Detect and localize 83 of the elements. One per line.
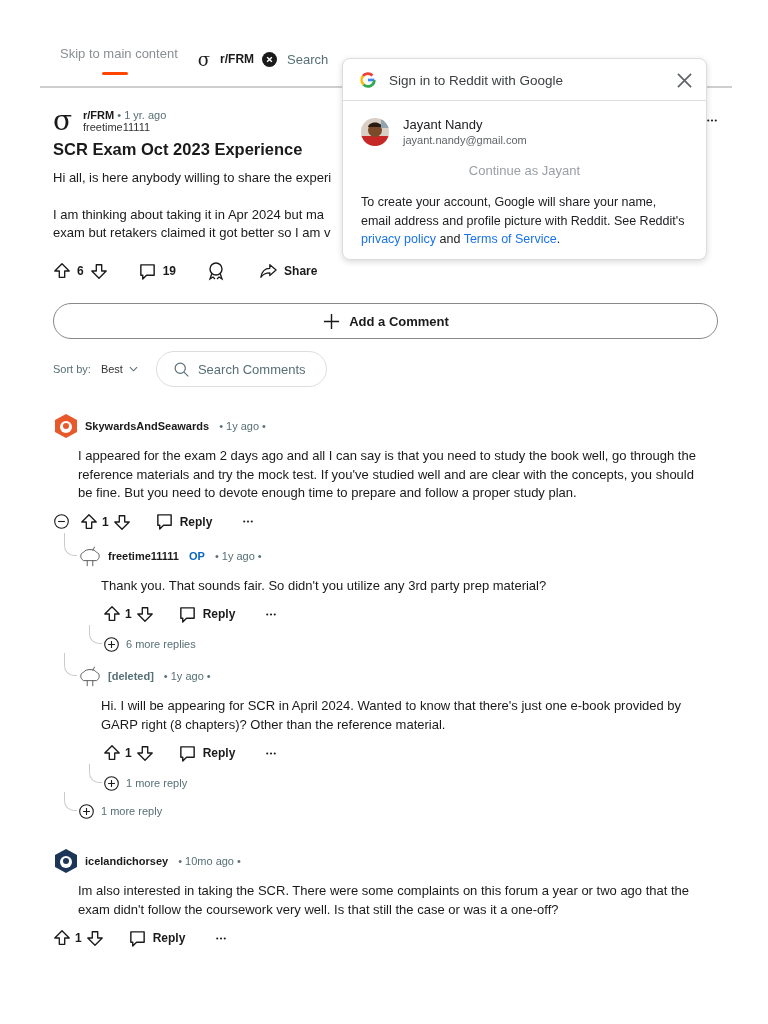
reply-button[interactable]: Reply	[177, 604, 236, 624]
username[interactable]: freetime11111	[108, 549, 179, 562]
more-icon[interactable]	[265, 750, 278, 756]
consent-text: To create your account, Google will share your name, email address and profile picture with Reddit. See Reddit's privacy policy and Terms of Service.	[360, 194, 686, 248]
terms-link[interactable]: Terms of Service	[463, 232, 557, 246]
upvote-icon[interactable]	[80, 512, 98, 531]
add-comment-button[interactable]: Add a Comment	[53, 303, 718, 339]
op-label: OP	[188, 549, 205, 562]
reply-button[interactable]: Reply	[154, 512, 213, 531]
more-icon[interactable]	[265, 611, 278, 617]
expand-icon[interactable]	[78, 802, 95, 820]
account-email: jayant.nandy@gmail.com	[403, 134, 527, 146]
collapse-icon[interactable]	[53, 513, 70, 530]
close-button[interactable]	[677, 72, 692, 88]
thread-line	[64, 532, 77, 556]
comment-icon	[137, 261, 157, 281]
more-icon[interactable]	[706, 118, 718, 123]
clear-icon[interactable]	[262, 51, 278, 67]
username[interactable]: icelandichorsey	[85, 855, 169, 867]
downvote-icon[interactable]	[135, 605, 154, 623]
post-text: Hi all, is here anybody willing to share the experi	[53, 169, 332, 187]
post-author[interactable]: freetime11111	[83, 121, 167, 133]
chevron-down-icon	[128, 366, 138, 372]
comment-text: I appeared for the exam 2 days ago and all I can say is that you need to study the book well, go through the reference materials and try the mock test. If you've studied well and are clear with the concepts, you should be fine. But you need to devote enough time to prepare and follow a proper study plan.	[78, 447, 697, 502]
comment-icon	[177, 743, 197, 763]
comment-icon	[127, 928, 147, 948]
thread-line	[89, 764, 102, 783]
search-field[interactable]: Search	[287, 51, 329, 67]
more-icon[interactable]	[242, 519, 255, 524]
comment-text: Thank you. That sounds fair. So didn't you utilize any 3rd party prep material?	[101, 576, 548, 595]
comment-age: • 1y ago •	[214, 549, 262, 562]
comment-age: • 1y ago •	[219, 420, 266, 432]
expand-icon[interactable]	[103, 635, 120, 653]
downvote-icon[interactable]	[135, 744, 154, 762]
comment-icon	[177, 604, 197, 624]
upvote-icon[interactable]	[103, 744, 121, 762]
username[interactable]: SkywardsAndSeawards	[85, 420, 210, 432]
comment-text: Hi. I will be appearing for SCR in April 2024. Wanted to know that there's just one e-book provided by GARP right (8 chapters)? Other than the reference material.	[101, 697, 683, 734]
vote-count: 1	[102, 514, 109, 529]
subreddit-icon: σ	[53, 108, 75, 134]
comment-age: • 10mo ago •	[178, 855, 241, 867]
upvote-icon[interactable]	[53, 262, 71, 280]
sort-label: Sort by:	[53, 363, 91, 375]
vote-count: 1	[125, 746, 132, 760]
thread-line	[64, 653, 77, 676]
username[interactable]: [deleted]	[108, 670, 154, 682]
more-replies-link[interactable]: 1 more reply	[126, 777, 188, 789]
subreddit-chip[interactable]: r/FRM	[220, 52, 255, 66]
upvote-icon[interactable]	[53, 929, 71, 947]
google-icon	[359, 71, 377, 89]
vote-count: 1	[75, 931, 82, 945]
thread-line	[64, 792, 77, 811]
downvote-icon[interactable]	[112, 512, 131, 531]
share-button[interactable]: Share	[258, 262, 318, 280]
sigma-icon: σ	[197, 48, 211, 70]
downvote-icon[interactable]	[85, 929, 104, 947]
vote-count: 6	[77, 264, 84, 278]
post-text: I am thinking about taking it in Apr 2024 but ma	[53, 206, 324, 224]
plus-icon	[322, 311, 342, 331]
subreddit-link[interactable]: r/FRM	[83, 109, 115, 121]
expand-icon[interactable]	[103, 774, 120, 792]
thread-line	[89, 625, 102, 644]
more-replies-link[interactable]: 1 more reply	[101, 805, 163, 817]
post-age: • 1 yr. ago	[117, 109, 167, 121]
share-icon	[258, 262, 279, 280]
comment-count: 19	[162, 264, 177, 278]
more-icon[interactable]	[215, 935, 228, 941]
search-icon	[172, 360, 190, 378]
account-name: Jayant Nandy	[403, 117, 484, 132]
reply-button[interactable]: Reply	[127, 928, 186, 948]
downvote-icon[interactable]	[89, 262, 108, 280]
vote-count: 1	[125, 607, 132, 621]
sort-dropdown[interactable]: Best	[100, 363, 138, 375]
comment-icon	[154, 512, 174, 531]
upvote-icon[interactable]	[103, 605, 121, 623]
post-title: SCR Exam Oct 2023 Experience	[53, 140, 303, 159]
comment-text: Im also interested in taking the SCR. There were some complaints on this forum a year or two ago that the exam didn't follow the coursework very well. Is that still the case or was it a one-off?	[78, 882, 691, 919]
more-replies-link[interactable]: 6 more replies	[126, 638, 196, 650]
privacy-policy-link[interactable]: privacy policy	[361, 232, 437, 246]
dialog-title: Sign in to Reddit with Google	[389, 72, 565, 88]
reply-button[interactable]: Reply	[177, 743, 236, 763]
comment-age: • 1y ago •	[163, 670, 211, 682]
post-text: exam but retakers claimed it got better so I am v	[53, 224, 331, 242]
